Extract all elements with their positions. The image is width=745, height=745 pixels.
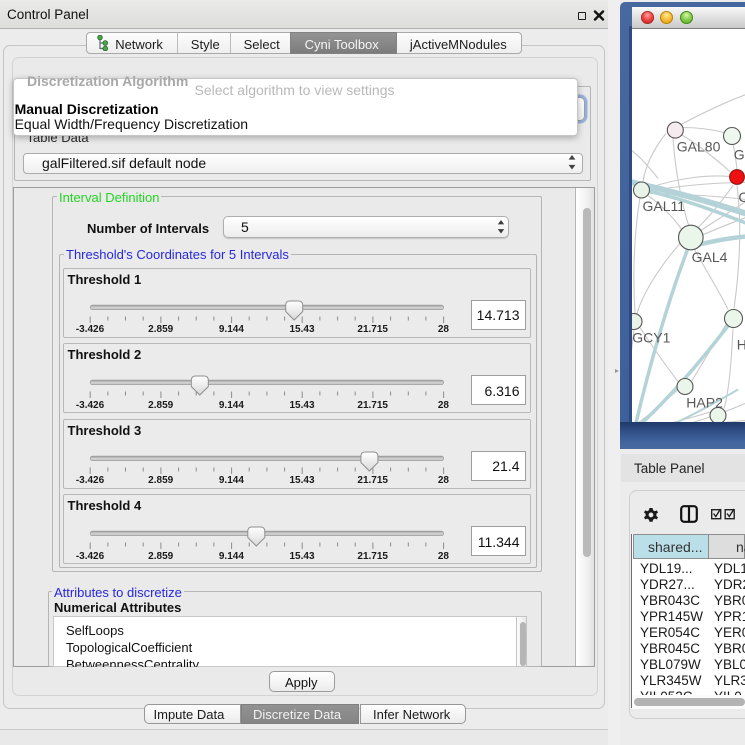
svg-text:H: H: [737, 336, 745, 352]
svg-text:HAP2: HAP2: [686, 394, 723, 410]
svg-text:GCY1: GCY1: [632, 329, 670, 345]
svg-text:GAL80: GAL80: [677, 138, 721, 154]
svg-text:G...: G...: [734, 146, 745, 162]
svg-text:GAL4: GAL4: [692, 249, 728, 265]
svg-text:GAL11: GAL11: [643, 198, 686, 214]
svg-text:C: C: [738, 189, 745, 205]
